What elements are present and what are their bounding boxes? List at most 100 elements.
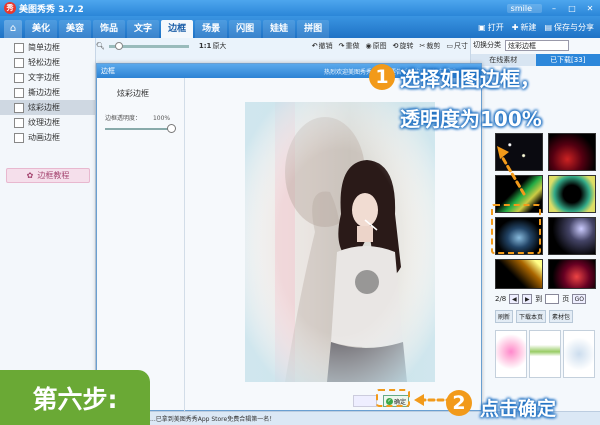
- frame-type-icon: [14, 42, 24, 53]
- material-pack-button[interactable]: 素材包: [549, 310, 574, 323]
- menu-tab[interactable]: 文字: [127, 20, 160, 38]
- opacity-slider[interactable]: [105, 124, 176, 133]
- zoom-slider[interactable]: [108, 41, 189, 50]
- menu-tab[interactable]: 边框: [161, 20, 194, 38]
- dialog-title: 边框: [101, 67, 115, 75]
- frame-type-icon: [14, 57, 24, 68]
- sidebar-item-label: 文字边框: [28, 73, 60, 82]
- size-button[interactable]: ▭尺寸: [446, 41, 468, 51]
- next-page-button[interactable]: ▶: [522, 294, 533, 304]
- tab-downloaded[interactable]: 已下载[33]: [535, 54, 600, 66]
- step-number-2: 2: [446, 390, 472, 416]
- sidebar-item-label: 炫彩边框: [28, 103, 60, 112]
- new-button[interactable]: ✚ 新建: [512, 22, 537, 33]
- annotation-line-2: 透明度为100%: [400, 107, 542, 131]
- refresh-button[interactable]: 刷新: [495, 310, 514, 323]
- sidebar-item[interactable]: 轻松边框: [0, 55, 95, 70]
- undo-button[interactable]: ↶撤销: [312, 41, 333, 51]
- app-logo: 秀: [4, 2, 16, 14]
- page-input[interactable]: [545, 294, 560, 304]
- annotation-line-1: 选择如图边框，: [400, 67, 540, 91]
- crop-icon: ✂: [419, 42, 426, 50]
- frame-type-icon: [14, 117, 24, 128]
- frame-thumb[interactable]: [548, 259, 596, 289]
- original-size-button[interactable]: 1:1原大: [199, 41, 227, 51]
- frame-tutorial-button[interactable]: ✿ 边框教程: [6, 168, 90, 183]
- dialog-settings: 炫彩边框 边框透明度： 100%: [97, 78, 185, 411]
- frame-thumb[interactable]: [548, 133, 596, 171]
- redo-button[interactable]: ↷重做: [339, 41, 360, 51]
- menu-tab[interactable]: 美化: [25, 20, 58, 38]
- app-title: 美图秀秀 3.7.2: [19, 4, 84, 15]
- photo-preview: [245, 102, 435, 382]
- frame-name: 炫彩边框: [117, 89, 149, 98]
- sidebar-item-label: 纹理边框: [28, 118, 60, 127]
- menu-tab[interactable]: 闪图: [229, 20, 262, 38]
- frame-category-sidebar: 简单边框轻松边框文字边框撕边边框炫彩边框纹理边框动画边框 ✿ 边框教程: [0, 38, 96, 418]
- title-bar: 秀 美图秀秀 3.7.2 smile – □ ✕: [0, 0, 600, 16]
- material-thumb[interactable]: [495, 330, 527, 378]
- zoom-icon: 🔍︎: [96, 42, 105, 50]
- frame-thumb[interactable]: [495, 133, 543, 171]
- sidebar-item[interactable]: 炫彩边框: [0, 100, 95, 115]
- category-label: 切换分类: [473, 41, 501, 49]
- go-button[interactable]: GO: [572, 294, 587, 304]
- menu-tab[interactable]: 娃娃: [263, 20, 296, 38]
- rotate-icon: ⟲: [392, 42, 399, 50]
- opacity-label: 边框透明度： 100%: [105, 115, 171, 122]
- annotation-confirm: 点击确定: [480, 398, 557, 420]
- material-thumb[interactable]: [529, 330, 561, 378]
- status-text: ...已拿到美图秀秀App Store免费合辑第一名！: [150, 416, 276, 423]
- sidebar-item[interactable]: 文字边框: [0, 70, 95, 85]
- step-number-1: 1: [369, 64, 395, 90]
- frame-thumb[interactable]: [548, 175, 596, 213]
- opacity-value: 100%: [152, 115, 171, 122]
- save-icon: ▤: [544, 22, 552, 32]
- original-button[interactable]: ◉原图: [366, 41, 387, 51]
- sidebar-item[interactable]: 撕边边框: [0, 85, 95, 100]
- menu-tab[interactable]: 场景: [195, 20, 228, 38]
- menu-tab[interactable]: 拼图: [297, 20, 330, 38]
- zoom-slider-knob[interactable]: [114, 41, 123, 50]
- menu-tab[interactable]: 美容: [59, 20, 92, 38]
- sidebar-item-label: 动画边框: [28, 133, 60, 142]
- confirm-highlight: [376, 389, 410, 407]
- frame-type-icon: [14, 132, 24, 143]
- original-icon: ◉: [365, 42, 372, 50]
- selected-frame-highlight: [491, 204, 541, 254]
- step-badge: 第六步:: [0, 370, 150, 425]
- page-indicator: 2/8: [495, 295, 507, 303]
- sidebar-item[interactable]: 简单边框: [0, 40, 95, 55]
- frame-thumb[interactable]: [548, 217, 596, 255]
- minimize-icon[interactable]: –: [548, 3, 560, 14]
- open-button[interactable]: ▣ 打开: [478, 22, 504, 33]
- photo-canvas: [245, 102, 435, 382]
- menu-bar: ⌂ 美化 美容 饰品 文字 边框 场景 闪图 娃娃 拼图 ▣ 打开 ✚ 新建 ▤ 保存与分享: [0, 16, 600, 38]
- rotate-button[interactable]: ⟲旋转: [393, 41, 414, 51]
- home-icon[interactable]: ⌂: [4, 20, 22, 38]
- sidebar-item[interactable]: 纹理边框: [0, 115, 95, 130]
- prev-page-button[interactable]: ◀: [509, 294, 520, 304]
- frame-type-icon: [14, 102, 24, 113]
- frame-thumb[interactable]: [495, 259, 543, 289]
- toolbar: 🔍︎ 1:1原大 ↶撤销 ↷重做 ◉原图 ⟲旋转 ✂裁剪 ▭尺寸: [96, 38, 468, 54]
- save-share-button[interactable]: ▤ 保存与分享: [544, 22, 594, 33]
- size-icon: ▭: [446, 42, 453, 50]
- frame-type-icon: [14, 87, 24, 98]
- undo-icon: ↶: [311, 42, 318, 50]
- material-thumb[interactable]: [563, 330, 595, 378]
- crop-button[interactable]: ✂裁剪: [420, 41, 441, 51]
- download-page-button[interactable]: 下载本页: [516, 310, 547, 323]
- sidebar-item-label: 轻松边框: [28, 58, 60, 67]
- maximize-icon[interactable]: □: [566, 3, 578, 14]
- dialog-ghost-button: [353, 395, 377, 407]
- user-name[interactable]: smile: [506, 3, 542, 13]
- category-select[interactable]: 炫彩边框: [505, 39, 569, 51]
- opacity-slider-knob[interactable]: [167, 124, 176, 133]
- menu-tab[interactable]: 饰品: [93, 20, 126, 38]
- frame-type-icon: [14, 72, 24, 83]
- close-icon[interactable]: ✕: [584, 3, 596, 14]
- sidebar-item[interactable]: 动画边框: [0, 130, 95, 145]
- tutorial-icon: ✿: [26, 171, 34, 180]
- redo-icon: ↷: [338, 42, 345, 50]
